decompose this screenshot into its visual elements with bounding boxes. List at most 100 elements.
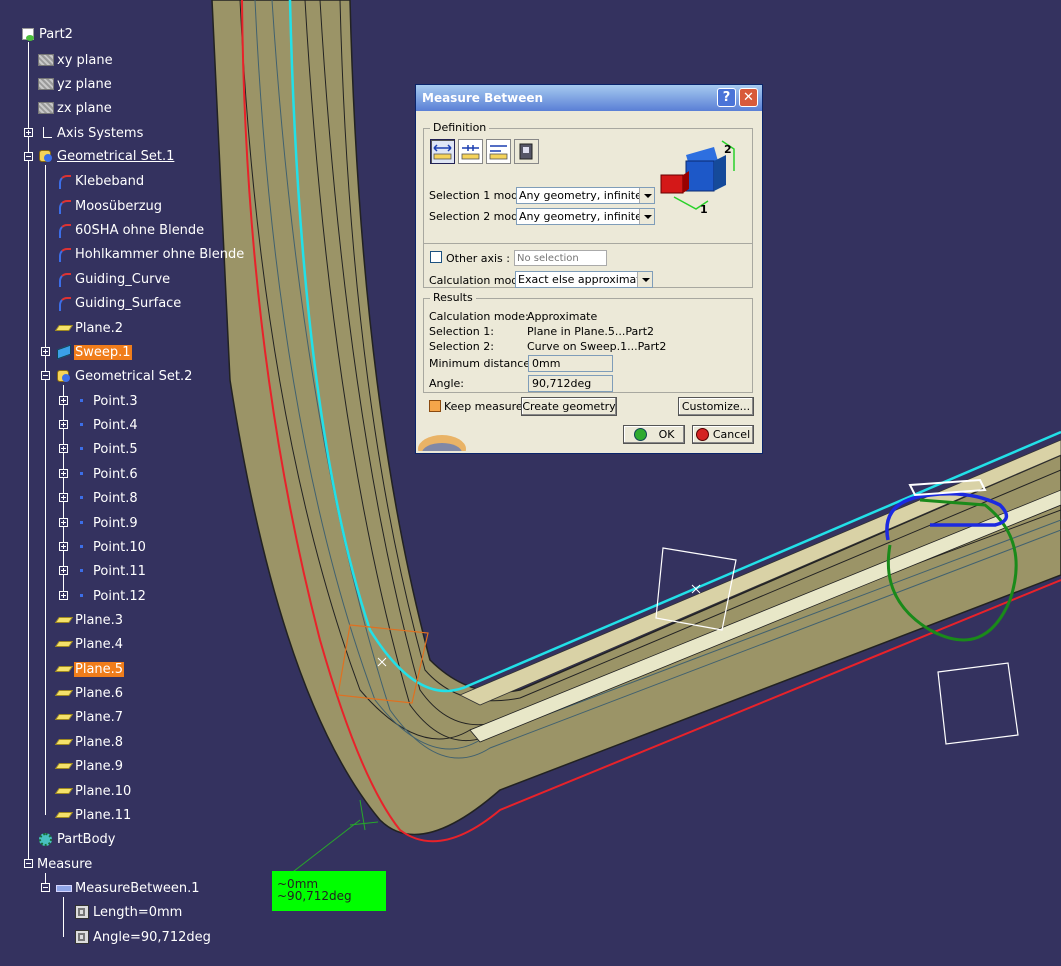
ok-button[interactable]: OK [623, 425, 685, 444]
tree-node-plane-6[interactable]: Plane.6 [56, 683, 124, 703]
tree-node-partbody[interactable]: PartBody [38, 829, 116, 849]
fan-arrow-icon [489, 145, 508, 160]
expand-icon[interactable] [59, 420, 68, 429]
measure-annotation[interactable]: ~0mm ~90,712deg [272, 871, 386, 911]
expand-icon[interactable] [24, 128, 33, 137]
tree-line [63, 385, 64, 595]
tree-node-length[interactable]: Length=0mm [74, 902, 183, 922]
tree-node-point-3[interactable]: Point.3 [74, 391, 139, 411]
expand-icon[interactable] [59, 493, 68, 502]
calc-mode-select[interactable]: Exact else approximate [515, 271, 653, 288]
measure-fan-mode-icon[interactable] [486, 139, 511, 164]
selection2-label: Selection 2 mode: [429, 210, 529, 223]
result-calc-mode-value: Approximate [527, 310, 598, 323]
expand-icon[interactable] [59, 396, 68, 405]
tree-node-yz-plane[interactable]: yz plane [38, 74, 113, 94]
part-icon [20, 27, 36, 41]
plane-icon [56, 759, 72, 773]
tree-node-sweep-1[interactable]: Sweep.1 [56, 342, 132, 362]
tree-node-guiding-curve[interactable]: Guiding_Curve [56, 269, 171, 289]
curve-icon [56, 199, 72, 214]
expand-icon[interactable] [59, 469, 68, 478]
tree-node-label: Plane.6 [75, 685, 124, 701]
tree-node-plane-11[interactable]: Plane.11 [56, 805, 132, 825]
tree-node-plane-3[interactable]: Plane.3 [56, 610, 124, 630]
curve-icon [56, 272, 72, 287]
expand-icon[interactable] [41, 347, 50, 356]
tree-node-zx-plane[interactable]: zx plane [38, 98, 113, 118]
tree-node-klebeband[interactable]: Klebeband [56, 171, 145, 191]
expand-icon[interactable] [59, 518, 68, 527]
tree-node-label: Geometrical Set.2 [75, 368, 193, 384]
catia-logo-icon [418, 435, 466, 451]
cancel-button[interactable]: Cancel [692, 425, 754, 444]
tree-node-plane-5[interactable]: Plane.5 [56, 659, 125, 679]
tree-node-measure[interactable]: Measure [36, 854, 93, 874]
tree-node-xy-plane[interactable]: xy plane [38, 50, 114, 70]
tree-node-label: Point.9 [93, 515, 138, 531]
tree-node-point-10[interactable]: Point.10 [74, 537, 147, 557]
tree-node-hohlkammer[interactable]: Hohlkammer ohne Blende [56, 244, 245, 264]
measure-between-mode-icon[interactable] [430, 139, 455, 164]
result-selection1-label: Selection 1: [429, 325, 494, 338]
selection2-mode-select[interactable]: Any geometry, infinite [516, 208, 655, 225]
measure-item-mode-icon[interactable] [514, 139, 539, 164]
tree-node-axis-systems[interactable]: Axis Systems [38, 123, 144, 143]
other-axis-checkbox[interactable] [430, 251, 442, 263]
tree-node-plane-7[interactable]: Plane.7 [56, 707, 124, 727]
tree-node-point-8[interactable]: Point.8 [74, 488, 139, 508]
tree-node-label: Part2 [39, 26, 73, 42]
tree-node-point-12[interactable]: Point.12 [74, 586, 147, 606]
preview-label-1: 1 [700, 203, 708, 216]
tree-node-moosueberzug[interactable]: Moosüberzug [56, 196, 163, 216]
collapse-icon[interactable] [24, 859, 33, 868]
axis-system-icon [38, 126, 54, 140]
measure-chain-mode-icon[interactable] [458, 139, 483, 164]
tree-node-label: Moosüberzug [75, 198, 163, 214]
help-button[interactable]: ? [717, 88, 736, 107]
tree-node-geometrical-set-2[interactable]: Geometrical Set.2 [56, 366, 193, 386]
tree-node-label: Plane.10 [75, 783, 132, 799]
parameter-icon [74, 930, 90, 944]
tree-node-plane-8[interactable]: Plane.8 [56, 732, 124, 752]
tree-node-point-4[interactable]: Point.4 [74, 415, 139, 435]
keep-measure-checkbox[interactable] [429, 400, 441, 412]
tree-node-plane-10[interactable]: Plane.10 [56, 781, 132, 801]
tree-node-label: zx plane [57, 100, 112, 116]
tree-node-part2[interactable]: Part2 [20, 24, 74, 44]
expand-icon[interactable] [59, 542, 68, 551]
collapse-icon[interactable] [41, 883, 50, 892]
tree-node-60sha[interactable]: 60SHA ohne Blende [56, 220, 205, 240]
tree-node-label: Guiding_Curve [75, 271, 171, 287]
tree-node-plane-2[interactable]: Plane.2 [56, 318, 124, 338]
dialog-title-bar[interactable]: Measure Between ? ✕ [416, 85, 762, 111]
result-selection2-value: Curve on Sweep.1...Part2 [527, 340, 667, 353]
expand-icon[interactable] [59, 591, 68, 600]
tree-node-label: Point.8 [93, 490, 138, 506]
close-button[interactable]: ✕ [739, 88, 758, 107]
point-icon [74, 467, 90, 481]
point-icon [74, 540, 90, 554]
tree-node-label: Plane.4 [75, 636, 124, 652]
expand-icon[interactable] [59, 566, 68, 575]
preview-label-2: 2 [724, 143, 732, 156]
collapse-icon[interactable] [41, 371, 50, 380]
create-geometry-button[interactable]: Create geometry [521, 397, 617, 416]
ruler-arrow-icon [433, 144, 452, 160]
tree-node-geometrical-set-1[interactable]: Geometrical Set.1 [38, 146, 175, 166]
expand-icon[interactable] [59, 444, 68, 453]
tree-node-plane-4[interactable]: Plane.4 [56, 634, 124, 654]
tree-node-guiding-surface[interactable]: Guiding_Surface [56, 293, 182, 313]
other-axis-input[interactable] [514, 250, 607, 266]
tree-node-point-6[interactable]: Point.6 [74, 464, 139, 484]
tree-node-point-5[interactable]: Point.5 [74, 439, 139, 459]
selection1-mode-select[interactable]: Any geometry, infinite [516, 187, 655, 204]
tree-node-point-9[interactable]: Point.9 [74, 513, 139, 533]
annotation-angle: ~90,712deg [277, 889, 352, 903]
customize-button[interactable]: Customize... [678, 397, 754, 416]
tree-node-measure-between[interactable]: MeasureBetween.1 [56, 878, 201, 898]
tree-node-point-11[interactable]: Point.11 [74, 561, 147, 581]
tree-node-plane-9[interactable]: Plane.9 [56, 756, 124, 776]
collapse-icon[interactable] [24, 152, 33, 161]
tree-node-angle[interactable]: Angle=90,712deg [74, 927, 212, 947]
